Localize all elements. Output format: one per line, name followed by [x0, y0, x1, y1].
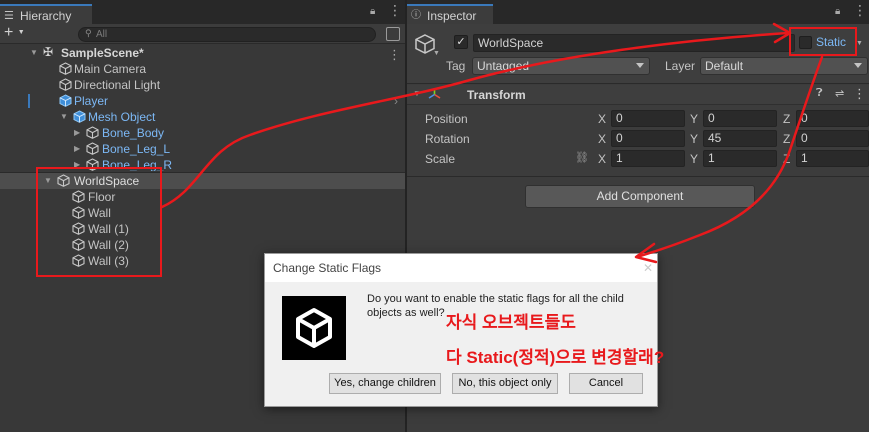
annotation-arrows	[160, 22, 824, 264]
annotation-text-line2: 다 Static(정적)으로 변경할래?	[446, 348, 665, 367]
arrow-line-to-static	[160, 31, 790, 209]
annotation-text-line1: 자식 오브젝트들도	[446, 313, 576, 332]
arrow-line-to-dialog	[638, 55, 824, 258]
